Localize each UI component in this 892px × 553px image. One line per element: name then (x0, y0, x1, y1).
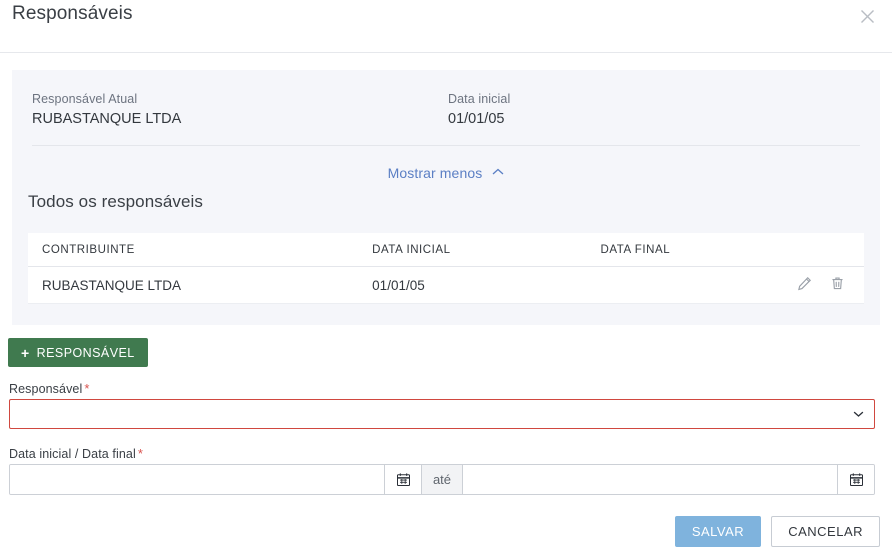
current-start-date-value: 01/01/05 (448, 111, 505, 127)
responsavel-label-text: Responsável (9, 382, 83, 396)
save-button[interactable]: SALVAR (674, 516, 762, 547)
responsavel-required-marker: * (84, 381, 90, 396)
responsaveis-modal: Responsáveis Responsável Atual RUBASTANQ… (0, 0, 892, 553)
plus-icon: + (21, 344, 30, 361)
cell-data-final (586, 266, 784, 304)
column-header-data-inicial: DATA INICIAL (358, 233, 587, 267)
current-responsible-field: Responsável Atual RUBASTANQUE LTDA (32, 90, 181, 129)
modal-footer: SALVAR CANCELAR (674, 516, 880, 547)
column-header-actions (783, 233, 864, 267)
date-range-separator: até (421, 465, 463, 494)
responsavel-select[interactable] (9, 399, 875, 429)
cancel-button[interactable]: CANCELAR (771, 516, 880, 547)
table-row: RUBASTANQUE LTDA 01/01/05 (28, 266, 864, 304)
current-start-date-label: Data inicial (448, 92, 511, 106)
add-responsible-button[interactable]: + RESPONSÁVEL (8, 338, 148, 367)
periodo-label-text: Data inicial / Data final (9, 447, 136, 461)
toggle-show-less-link[interactable]: Mostrar menos (12, 165, 880, 181)
start-date-input[interactable] (10, 465, 384, 494)
table-head: CONTRIBUINTE DATA INICIAL DATA FINAL (28, 233, 864, 267)
chevron-down-icon (853, 411, 864, 418)
periodo-label: Data inicial / Data final * (9, 446, 143, 461)
responsibles-table: CONTRIBUINTE DATA INICIAL DATA FINAL RUB… (28, 233, 864, 304)
table-header-row: CONTRIBUINTE DATA INICIAL DATA FINAL (28, 233, 864, 267)
current-start-date-field: Data inicial 01/01/05 (448, 90, 510, 129)
section-heading-all-responsibles: Todos os responsáveis (28, 192, 204, 211)
calendar-icon-end[interactable] (837, 465, 874, 494)
close-icon[interactable] (853, 2, 881, 30)
summary-panel: Responsável Atual RUBASTANQUE LTDA Data … (12, 70, 880, 325)
add-responsible-label: RESPONSÁVEL (36, 345, 135, 360)
panel-divider (32, 145, 860, 146)
toggle-show-less-label: Mostrar menos (387, 165, 483, 181)
page-title: Responsáveis (12, 3, 133, 24)
calendar-icon-start[interactable] (384, 465, 421, 494)
periodo-required-marker: * (137, 446, 144, 461)
current-responsible-value: RUBASTANQUE LTDA (32, 111, 182, 127)
end-date-input[interactable] (463, 465, 837, 494)
current-responsible-row: Responsável Atual RUBASTANQUE LTDA Data … (12, 70, 880, 145)
trash-icon[interactable] (830, 276, 850, 294)
column-header-data-final: DATA FINAL (586, 233, 784, 267)
current-responsible-label: Responsável Atual (32, 92, 138, 106)
column-header-contribuinte: CONTRIBUINTE (28, 233, 359, 267)
chevron-up-icon (492, 163, 504, 179)
cell-data-inicial: 01/01/05 (358, 266, 587, 304)
pencil-icon[interactable] (797, 276, 817, 294)
responsavel-label: Responsável * (9, 381, 90, 396)
cell-contribuinte: RUBASTANQUE LTDA (28, 266, 359, 304)
table-body: RUBASTANQUE LTDA 01/01/05 (28, 266, 864, 304)
cell-actions (783, 266, 864, 304)
modal-header: Responsáveis (0, 0, 892, 53)
date-range-group: até (9, 464, 875, 495)
